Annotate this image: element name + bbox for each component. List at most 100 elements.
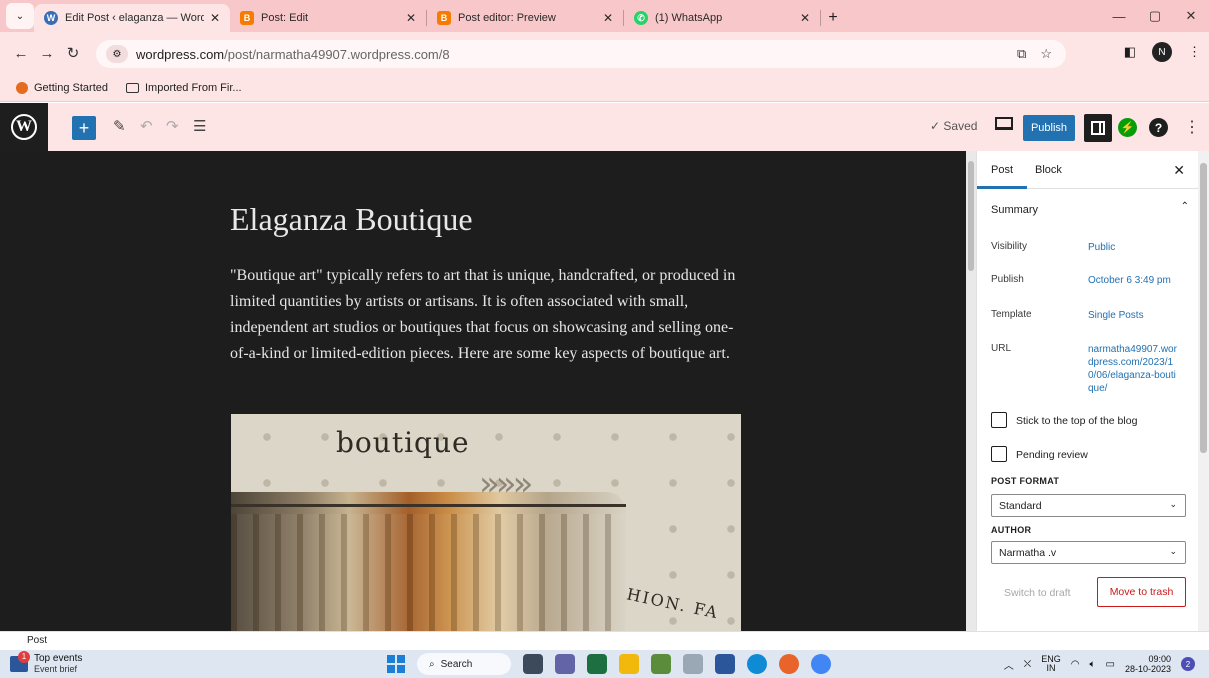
firefox-icon [16, 81, 28, 94]
template-label: Template [991, 309, 1032, 320]
close-tab-icon[interactable]: ✕ [800, 11, 810, 25]
post-format-select[interactable]: Standard ⌄ [991, 494, 1186, 517]
summary-panel-header[interactable]: Summary ⌃ [977, 189, 1199, 229]
add-block-button[interactable]: + [72, 116, 96, 140]
pending-review-checkbox[interactable] [991, 446, 1007, 462]
browser-tab-whatsapp[interactable]: ✆ (1) WhatsApp ✕ [624, 4, 820, 32]
tab-post[interactable]: Post [976, 164, 1028, 189]
move-to-trash-button[interactable]: Move to trash [1097, 577, 1186, 607]
battery-icon[interactable]: ▭ [1106, 659, 1115, 670]
options-menu-icon[interactable]: ⋮ [1184, 117, 1200, 137]
sidebar-tabs: Post Block ✕ [976, 151, 1209, 189]
browser-tab-strip: ⌄ W Edit Post ‹ elaganza — WordPr ✕ B Po… [0, 0, 1209, 32]
image-block[interactable]: boutique »»» HION. FA [231, 414, 741, 631]
stick-to-top-label: Stick to the top of the blog [1016, 415, 1138, 427]
file-explorer-icon[interactable] [619, 654, 639, 674]
url-input[interactable]: ⚙ wordpress.com/post/narmatha49907.wordp… [96, 40, 1066, 68]
settings-sidebar: Post Block ✕ Summary ⌃ Visibility Public… [976, 151, 1209, 631]
close-tab-icon[interactable]: ✕ [210, 11, 220, 25]
close-icon[interactable]: ✕ [1173, 162, 1185, 179]
publish-button[interactable]: Publish [1023, 115, 1075, 141]
sidebar-scrollbar[interactable] [1198, 151, 1209, 631]
edge-icon[interactable] [747, 654, 767, 674]
taskbar-search[interactable]: ⌕ Search [417, 653, 511, 675]
wordpress-icon: W [44, 11, 58, 25]
task-view-icon[interactable] [523, 654, 543, 674]
back-icon[interactable]: ← [8, 45, 34, 62]
whatsapp-icon: ✆ [634, 11, 648, 25]
chevron-up-icon[interactable]: ︿ [1004, 657, 1014, 672]
blogger-icon: B [240, 11, 254, 25]
excel-icon[interactable] [587, 654, 607, 674]
forward-icon[interactable]: → [34, 45, 60, 62]
settings-toggle-button[interactable] [1084, 114, 1112, 142]
preview-device-icon[interactable] [995, 117, 1013, 130]
tools-pencil-icon[interactable]: ✎ [113, 117, 126, 135]
news-icon: 1 [10, 650, 30, 672]
app-icon[interactable] [651, 654, 671, 674]
tab-block[interactable]: Block [1035, 164, 1062, 176]
reload-icon[interactable]: ↻ [60, 44, 86, 62]
pending-review-label: Pending review [1016, 449, 1088, 461]
teams-icon[interactable] [555, 654, 575, 674]
browser-menu-icon[interactable]: ⋮ [1188, 44, 1201, 60]
browser-tab-post-edit[interactable]: B Post: Edit ✕ [230, 4, 426, 32]
visibility-label: Visibility [991, 241, 1027, 252]
minimize-icon[interactable]: — [1101, 0, 1137, 32]
post-title[interactable]: Elaganza Boutique [230, 201, 473, 238]
windows-taskbar: 1 Top events Event brief ⌕ Search ︿ ⛌ EN… [0, 650, 1209, 678]
image-caption-word: boutique [336, 426, 470, 459]
blogger-icon: B [437, 11, 451, 25]
post-format-label: POST FORMAT [991, 476, 1060, 486]
cast-icon[interactable]: ⧉ [1017, 46, 1026, 62]
bookmark-folder-imported[interactable]: Imported From Fir... [126, 82, 242, 94]
new-tab-button[interactable]: + [821, 4, 845, 32]
bookmark-star-icon[interactable]: ☆ [1040, 46, 1052, 62]
calculator-icon[interactable] [683, 654, 703, 674]
chevrons-icon: »»» [479, 464, 533, 504]
publish-date-value[interactable]: October 6 3:49 pm [1088, 274, 1178, 287]
block-breadcrumb[interactable]: Post [0, 631, 1209, 650]
firefox-icon[interactable] [779, 654, 799, 674]
browser-tab-preview[interactable]: B Post editor: Preview ✕ [427, 4, 623, 32]
taskbar-apps: ⌕ Search [387, 653, 831, 675]
volume-icon[interactable]: 🔈︎ [1090, 659, 1096, 670]
canvas-scrollbar[interactable] [966, 151, 976, 631]
system-tray: ︿ ⛌ ENG IN ◠ 🔈︎ ▭ 09:00 28-10-2023 2 [1004, 654, 1195, 674]
wifi-icon[interactable]: ◠ [1071, 659, 1080, 670]
wordpress-logo-button[interactable]: W [0, 103, 48, 151]
author-select[interactable]: Narmatha .v ⌄ [991, 541, 1186, 564]
profile-avatar[interactable]: N [1152, 42, 1172, 62]
clock[interactable]: 09:00 28-10-2023 [1125, 654, 1171, 674]
switch-to-draft-button[interactable]: Switch to draft [1004, 587, 1071, 599]
site-info-icon[interactable]: ⚙ [106, 45, 128, 63]
template-value[interactable]: Single Posts [1088, 309, 1178, 322]
editor-canvas[interactable]: Elaganza Boutique "Boutique art" typical… [0, 151, 966, 631]
help-icon[interactable]: ? [1149, 118, 1168, 137]
close-tab-icon[interactable]: ✕ [603, 11, 613, 25]
browser-tab-wordpress[interactable]: W Edit Post ‹ elaganza — WordPr ✕ [34, 4, 230, 32]
restore-icon[interactable]: ▢ [1137, 0, 1173, 32]
close-window-icon[interactable]: ✕ [1173, 0, 1209, 32]
wordpress-icon: W [11, 114, 37, 140]
windows-start-icon[interactable] [387, 655, 405, 673]
stick-to-top-checkbox[interactable] [991, 412, 1007, 428]
news-widget[interactable]: 1 Top events Event brief [10, 650, 82, 674]
paragraph-block[interactable]: "Boutique art" typically refers to art t… [230, 263, 750, 367]
network-off-icon[interactable]: ⛌ [1024, 659, 1031, 670]
close-tab-icon[interactable]: ✕ [406, 11, 416, 25]
visibility-value[interactable]: Public [1088, 241, 1178, 254]
undo-icon[interactable]: ↶ [140, 117, 153, 135]
word-icon[interactable] [715, 654, 735, 674]
side-panel-icon[interactable]: ◧ [1124, 44, 1136, 60]
chrome-icon[interactable] [811, 654, 831, 674]
redo-icon[interactable]: ↷ [166, 117, 179, 135]
language-indicator[interactable]: ENG IN [1041, 655, 1061, 673]
url-value[interactable]: narmatha49907.wordpress.com/2023/10/06/e… [1088, 343, 1178, 395]
document-overview-icon[interactable]: ☰ [193, 117, 206, 135]
jetpack-icon[interactable]: ⚡ [1118, 118, 1137, 137]
bookmark-getting-started[interactable]: Getting Started [16, 81, 108, 94]
publish-date-label: Publish [991, 274, 1024, 285]
notification-badge[interactable]: 2 [1181, 657, 1195, 671]
tab-search-button[interactable]: ⌄ [6, 3, 34, 29]
